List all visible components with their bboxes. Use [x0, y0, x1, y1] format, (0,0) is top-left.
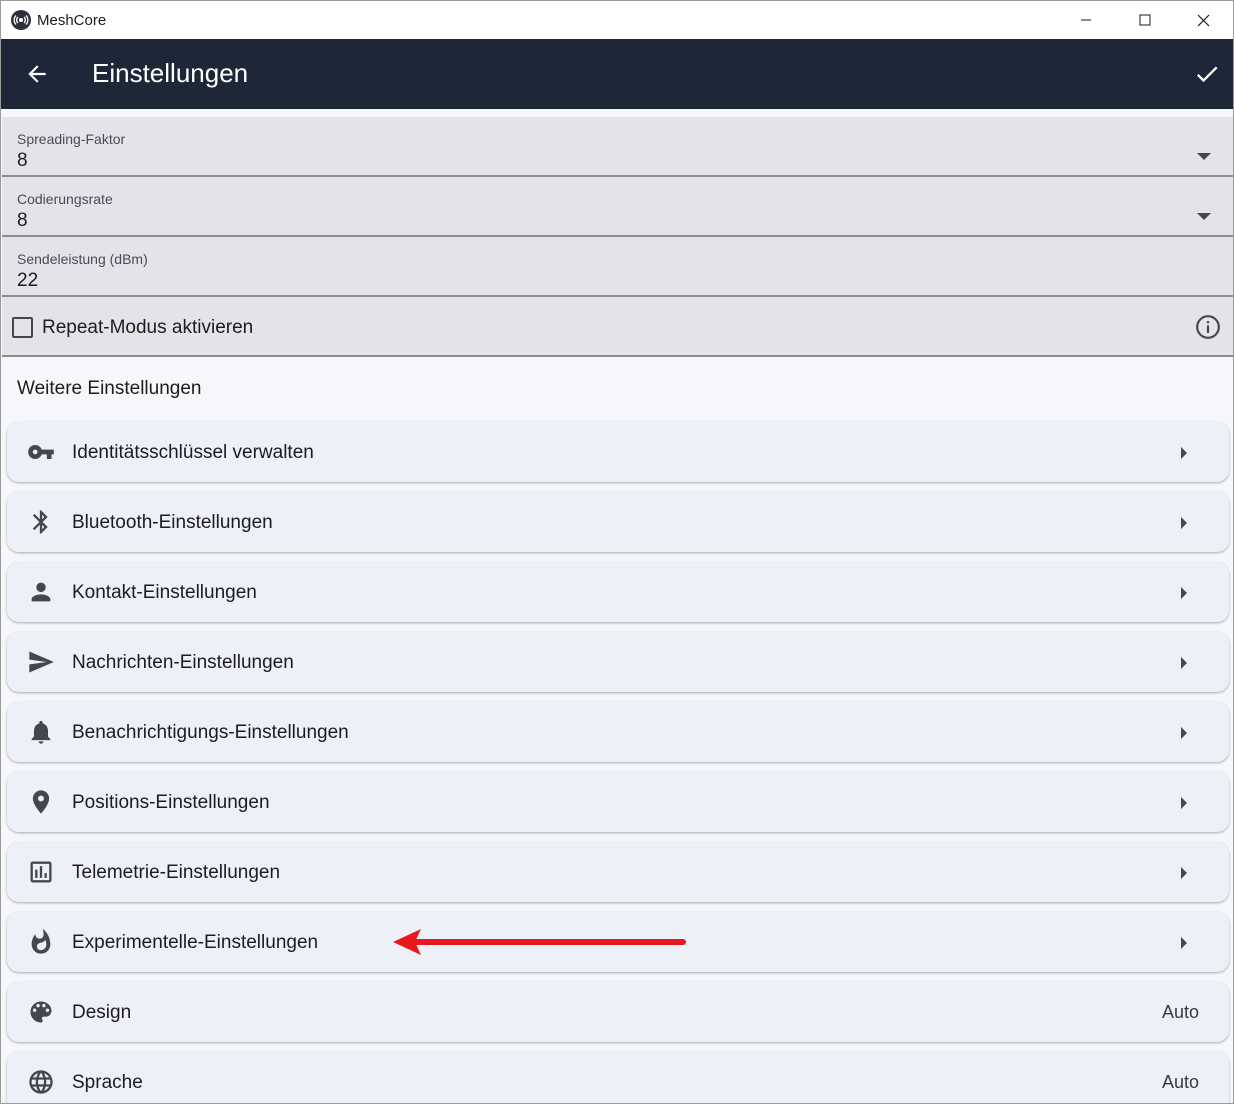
settings-item-language[interactable]: Sprache Auto: [7, 1052, 1229, 1103]
field-value: 22: [17, 270, 39, 291]
chevron-right-icon: [1181, 727, 1187, 739]
settings-item-contacts[interactable]: Kontakt-Einstellungen: [7, 562, 1229, 622]
minimize-button[interactable]: [1056, 1, 1115, 39]
minimize-icon: [1080, 19, 1091, 21]
settings-item-label: Bluetooth-Einstellungen: [72, 512, 273, 533]
settings-item-position[interactable]: Positions-Einstellungen: [7, 772, 1229, 832]
section-title: Weitere Einstellungen: [17, 378, 202, 399]
app-bar: Einstellungen: [1, 39, 1233, 109]
settings-item-label: Benachrichtigungs-Einstellungen: [72, 722, 349, 743]
person-icon: [27, 578, 55, 606]
key-icon: [27, 438, 55, 466]
palette-icon: [27, 998, 55, 1026]
spreading-factor-dropdown[interactable]: Spreading-Faktor 8: [2, 117, 1233, 177]
info-icon[interactable]: [1195, 314, 1221, 340]
dropdown-arrow-icon: [1197, 153, 1211, 160]
tx-power-field[interactable]: Sendeleistung (dBm) 22: [2, 237, 1233, 297]
settings-item-telemetry[interactable]: Telemetrie-Einstellungen: [7, 842, 1229, 902]
window-controls: [1056, 1, 1233, 39]
repeat-mode-label[interactable]: Repeat-Modus aktivieren: [42, 317, 253, 339]
settings-item-label: Design: [72, 1002, 132, 1023]
bluetooth-icon: [27, 508, 55, 536]
settings-item-label: Nachrichten-Einstellungen: [72, 652, 294, 673]
settings-item-label: Positions-Einstellungen: [72, 792, 270, 813]
settings-item-notifications[interactable]: Benachrichtigungs-Einstellungen: [7, 702, 1229, 762]
globe-icon: [27, 1068, 55, 1096]
window-title: MeshCore: [37, 11, 107, 29]
close-button[interactable]: [1174, 1, 1233, 39]
app-window: MeshCore Einstellungen Spreading-Faktor …: [0, 0, 1234, 1104]
field-value: 8: [17, 150, 28, 171]
maximize-icon: [1139, 14, 1150, 26]
flame-icon: [27, 928, 55, 956]
page-title: Einstellungen: [92, 58, 249, 88]
title-bar: MeshCore: [1, 1, 1233, 39]
settings-item-label: Experimentelle-Einstellungen: [72, 932, 319, 953]
repeat-mode-row: Repeat-Modus aktivieren: [2, 297, 1233, 357]
settings-item-value: Auto: [1161, 1002, 1199, 1022]
location-pin-icon: [27, 788, 55, 816]
settings-item-label: Kontakt-Einstellungen: [72, 582, 257, 603]
annotation-arrow-icon: [393, 929, 686, 955]
field-label: Codierungsrate: [17, 191, 113, 207]
bell-icon: [27, 718, 55, 746]
repeat-mode-checkbox[interactable]: [12, 317, 33, 338]
check-icon: [1196, 66, 1218, 83]
app-logo-icon: [11, 10, 31, 30]
chevron-right-icon: [1181, 447, 1187, 459]
chevron-right-icon: [1181, 517, 1187, 529]
settings-item-label: Telemetrie-Einstellungen: [72, 862, 281, 883]
field-label: Sendeleistung (dBm): [17, 251, 148, 267]
chevron-right-icon: [1181, 587, 1187, 599]
arrow-back-icon: [28, 65, 46, 83]
dropdown-arrow-icon: [1197, 213, 1211, 220]
coding-rate-dropdown[interactable]: Codierungsrate 8: [2, 177, 1233, 237]
send-icon: [27, 648, 55, 676]
confirm-button[interactable]: [1187, 56, 1227, 92]
chevron-right-icon: [1181, 797, 1187, 809]
field-label: Spreading-Faktor: [17, 131, 126, 147]
settings-item-messages[interactable]: Nachrichten-Einstellungen: [7, 632, 1229, 692]
settings-item-label: Sprache: [72, 1072, 143, 1093]
close-icon: [1197, 14, 1210, 26]
field-value: 8: [17, 210, 28, 231]
back-button[interactable]: [19, 56, 55, 92]
chevron-right-icon: [1181, 937, 1187, 949]
chart-icon: [27, 858, 55, 886]
maximize-button[interactable]: [1115, 1, 1174, 39]
settings-item-identity-keys[interactable]: Identitätsschlüssel verwalten: [7, 422, 1229, 482]
settings-item-bluetooth[interactable]: Bluetooth-Einstellungen: [7, 492, 1229, 552]
settings-item-label: Identitätsschlüssel verwalten: [72, 442, 314, 463]
settings-item-value: Auto: [1161, 1072, 1199, 1092]
chevron-right-icon: [1181, 657, 1187, 669]
settings-item-design[interactable]: Design Auto: [7, 982, 1229, 1042]
chevron-right-icon: [1181, 867, 1187, 879]
